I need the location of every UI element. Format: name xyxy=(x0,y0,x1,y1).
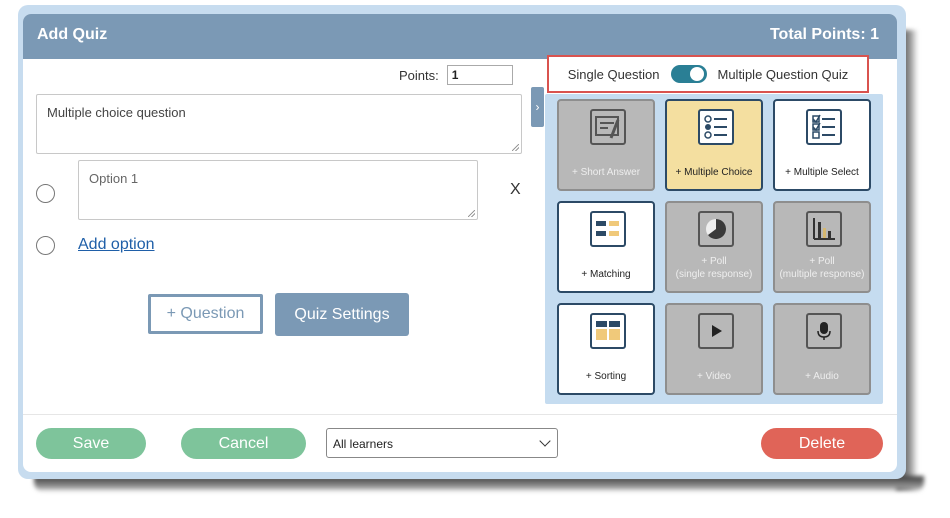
microphone-icon xyxy=(806,313,842,349)
chevron-right-icon: › xyxy=(535,100,540,114)
tile-label-main: + Poll xyxy=(701,256,727,267)
quiz-mode-toggle: Single Question Multiple Question Quiz xyxy=(547,55,869,93)
points-label: Points: xyxy=(399,67,439,83)
tile-label: + Poll (single response) xyxy=(667,255,761,281)
add-quiz-modal: Add Quiz Total Points: 1 Points: Multipl… xyxy=(23,14,897,472)
add-question-button[interactable]: + Question xyxy=(148,294,263,334)
option-1-text: Option 1 xyxy=(89,171,139,186)
tile-sublabel: (multiple response) xyxy=(779,269,865,280)
footer-divider xyxy=(23,414,897,415)
multiple-select-icon xyxy=(806,109,842,145)
quiz-mode-switch[interactable] xyxy=(670,65,707,83)
switch-knob xyxy=(689,67,704,81)
save-button[interactable]: Save xyxy=(36,428,146,459)
add-option-radio xyxy=(36,236,55,255)
single-question-label: Single Question xyxy=(567,66,660,82)
question-type-matching[interactable]: + Matching xyxy=(557,201,655,293)
modal-title: Add Quiz xyxy=(37,26,108,43)
resize-handle[interactable] xyxy=(512,144,519,151)
tile-label: + Sorting xyxy=(585,371,627,382)
bar-chart-icon xyxy=(806,211,842,247)
tile-label-main: + Poll xyxy=(809,256,835,267)
tile-label: + Matching xyxy=(581,269,631,280)
points-row: Points: xyxy=(399,65,513,85)
modal-header: Add Quiz Total Points: 1 xyxy=(23,14,897,59)
question-type-multiple-select[interactable]: + Multiple Select xyxy=(773,99,871,191)
multiple-question-label: Multiple Question Quiz xyxy=(717,66,849,82)
tile-label: + Short Answer xyxy=(571,167,641,178)
quiz-settings-button[interactable]: Quiz Settings xyxy=(275,293,409,336)
add-option-link[interactable]: Add option xyxy=(78,236,155,254)
option-1-radio[interactable] xyxy=(36,184,55,203)
tile-label: + Multiple Select xyxy=(785,167,859,178)
delete-button[interactable]: Delete xyxy=(761,428,883,459)
question-type-multiple-choice[interactable]: + Multiple Choice xyxy=(665,99,763,191)
option-1-textarea[interactable]: Option 1 xyxy=(78,160,478,220)
audience-select[interactable]: All learners xyxy=(326,428,558,458)
question-type-poll-single[interactable]: + Poll (single response) xyxy=(665,201,763,293)
collapse-panel-button[interactable]: › xyxy=(531,87,544,127)
total-points: Total Points: 1 xyxy=(769,26,879,43)
play-icon xyxy=(698,313,734,349)
tile-label: + Multiple Choice xyxy=(675,167,753,178)
question-textarea[interactable]: Multiple choice question xyxy=(36,94,522,154)
question-type-palette: + Short Answer + Multiple Choice + Multi… xyxy=(545,94,883,404)
cancel-button[interactable]: Cancel xyxy=(181,428,306,459)
chevron-down-icon xyxy=(539,435,551,447)
pie-chart-icon xyxy=(698,211,734,247)
tile-label: + Video xyxy=(696,371,731,382)
question-type-poll-multiple[interactable]: + Poll (multiple response) xyxy=(773,201,871,293)
question-type-sorting[interactable]: + Sorting xyxy=(557,303,655,395)
question-type-short-answer[interactable]: + Short Answer xyxy=(557,99,655,191)
points-input[interactable] xyxy=(446,65,513,85)
tile-label: + Poll (multiple response) xyxy=(775,255,869,281)
audience-value: All learners xyxy=(333,437,394,451)
question-text: Multiple choice question xyxy=(47,105,186,120)
question-type-audio[interactable]: + Audio xyxy=(773,303,871,395)
short-answer-icon xyxy=(590,109,626,145)
tile-sublabel: (single response) xyxy=(675,269,753,280)
multiple-choice-icon xyxy=(698,109,734,145)
resize-handle[interactable] xyxy=(468,210,475,217)
tile-label: + Audio xyxy=(805,371,839,382)
sorting-icon xyxy=(590,313,626,349)
matching-icon xyxy=(590,211,626,247)
remove-option-button[interactable]: X xyxy=(510,181,521,199)
question-type-video[interactable]: + Video xyxy=(665,303,763,395)
